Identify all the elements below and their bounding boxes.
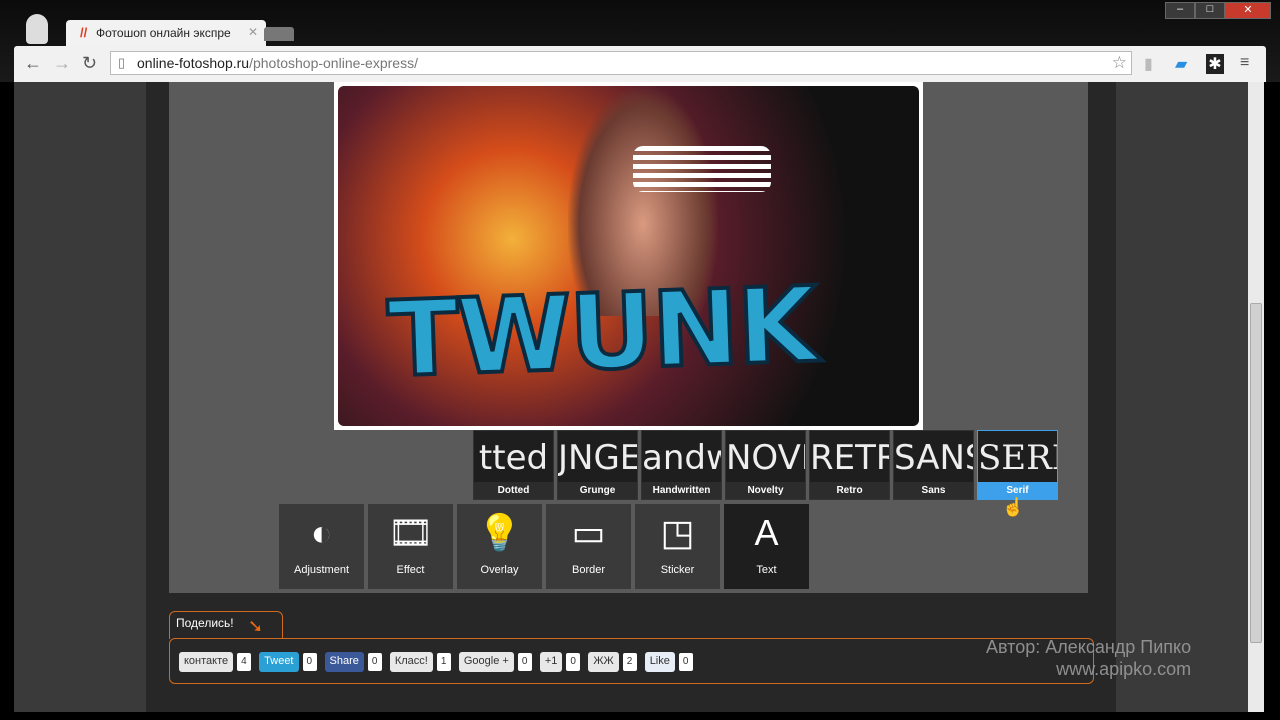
menu-icon[interactable]: ≡ <box>1240 54 1249 72</box>
font-preview: SERIF <box>978 438 1057 478</box>
tool-label: Sticker <box>660 564 695 576</box>
share-title: Поделись! <box>176 616 234 630</box>
close-tab-icon[interactable]: ✕ <box>248 25 258 39</box>
share-button[interactable]: Класс! 1 <box>389 652 451 672</box>
share-count: 1 <box>436 653 451 671</box>
tool-overlay[interactable]: 💡 Overlay <box>457 504 542 589</box>
share-label[interactable]: контакте <box>179 652 234 672</box>
share-buttons: контакте 4 Tweet 0 Share 0 Класс! 1 Google +0 +1 0… <box>179 652 693 672</box>
share-tab: Поделись! ➘ <box>169 611 283 639</box>
url-path: /photoshop-online-express/ <box>249 55 418 71</box>
tool-label: Adjustment <box>293 564 350 576</box>
share-count: 4 <box>237 653 252 671</box>
back-icon[interactable]: ← <box>24 53 42 74</box>
tool-bar: ◐ Adjustment 🎞 Effect 💡 Overlay ▭ Border ◳ Sticke… <box>279 504 809 589</box>
font-category-list: ttedDottedJNGEGrungeandwritHandwrittenNO… <box>473 430 1058 500</box>
tool-adjustment[interactable]: ◐ Adjustment <box>279 504 364 589</box>
author-name: Автор: Александр Пипко <box>986 637 1192 657</box>
browser-tab[interactable]: // Фотошоп онлайн экспре ✕ <box>66 20 266 46</box>
font-option-novelty[interactable]: NOVEL Novelty <box>725 430 806 500</box>
hand-cursor-icon: ☝ <box>1002 497 1025 517</box>
url-host: online-fotoshop.ru <box>137 55 250 71</box>
author-watermark: Автор: Александр Пипко www.apipko.com <box>986 636 1191 680</box>
font-label: Grunge <box>558 482 637 499</box>
font-preview: andwrit <box>642 438 721 478</box>
share-button[interactable]: +1 0 <box>539 652 581 672</box>
share-button[interactable]: ЖЖ 2 <box>588 652 637 672</box>
tool-sticker[interactable]: ◳ Sticker <box>635 504 720 589</box>
share-label[interactable]: Класс! <box>389 652 433 672</box>
share-label[interactable]: Share <box>324 652 364 672</box>
font-label: Dotted <box>474 482 553 499</box>
scrollbar-thumb[interactable] <box>1250 303 1262 643</box>
font-option-retro[interactable]: RETRO Retro <box>809 430 890 500</box>
font-option-sans[interactable]: SANS Sans <box>893 430 974 500</box>
share-button[interactable]: контакте 4 <box>179 652 252 672</box>
share-label[interactable]: +1 <box>539 652 563 672</box>
tab-title: Фотошоп онлайн экспре <box>96 26 231 40</box>
font-option-handwritten[interactable]: andwrit Handwritten <box>641 430 722 500</box>
tool-label: Border <box>571 564 606 576</box>
new-tab-button[interactable] <box>264 27 294 41</box>
extension-icon[interactable]: ▰ <box>1175 54 1187 74</box>
page-icon: ▯ <box>118 55 126 70</box>
address-bar[interactable]: ▯ online-fotoshop.ru/photoshop-online-exp… <box>110 51 1132 75</box>
tool-label: Text <box>756 564 777 576</box>
font-label: Retro <box>810 482 889 499</box>
font-label: Novelty <box>726 482 805 499</box>
share-button[interactable]: Like 0 <box>644 652 693 672</box>
minimize-button[interactable]: – <box>1165 2 1195 19</box>
tool-label: Overlay <box>480 564 519 576</box>
adjustment-icon: ◐ <box>310 512 333 553</box>
font-label: Handwritten <box>642 482 721 499</box>
text-overlay[interactable]: TWUNK <box>384 262 820 403</box>
font-preview: SANS <box>894 438 973 478</box>
font-option-dotted[interactable]: tted Dotted <box>473 430 554 500</box>
share-label[interactable]: Tweet <box>259 652 299 672</box>
reload-icon[interactable]: ↻ <box>82 53 97 74</box>
site-favicon-icon: // <box>80 25 88 40</box>
tool-effect[interactable]: 🎞 Effect <box>368 504 453 589</box>
share-count: 0 <box>302 653 317 671</box>
film-icon: 🎞 <box>387 512 434 553</box>
share-label[interactable]: ЖЖ <box>588 652 619 672</box>
bookmark-star-icon[interactable]: ☆ <box>1112 53 1127 73</box>
close-window-button[interactable]: ✕ <box>1225 2 1271 19</box>
font-preview: JNGE <box>558 438 637 478</box>
author-site: www.apipko.com <box>1056 659 1192 679</box>
extension-asterisk-icon[interactable]: ✱ <box>1206 54 1224 74</box>
forward-icon[interactable]: → <box>53 53 71 74</box>
share-count: 2 <box>622 653 637 671</box>
tool-text[interactable]: A Text <box>724 504 809 589</box>
font-preview: tted <box>478 438 549 478</box>
lightbulb-icon: 💡 <box>477 512 522 553</box>
signal-icon[interactable]: ▮ <box>1144 54 1153 74</box>
text-icon: A <box>754 512 779 553</box>
arrow-icon: ➘ <box>248 616 264 636</box>
photo-canvas[interactable]: TWUNK <box>334 82 923 430</box>
font-label: Sans <box>894 482 973 499</box>
border-icon: ▭ <box>571 512 606 553</box>
share-count: 0 <box>566 653 581 671</box>
profile-icon[interactable] <box>26 14 48 44</box>
share-count: 0 <box>678 653 693 671</box>
sticker-icon: ◳ <box>660 512 695 553</box>
font-preview: NOVEL <box>726 438 805 478</box>
share-button[interactable]: Tweet 0 <box>259 652 317 672</box>
share-button[interactable]: Share 0 <box>324 652 382 672</box>
share-count: 0 <box>517 653 532 671</box>
font-option-serif[interactable]: SERIFSerif <box>977 430 1058 500</box>
share-label[interactable]: Like <box>644 652 675 672</box>
share-label[interactable]: Google + <box>458 652 514 672</box>
maximize-button[interactable]: □ <box>1195 2 1225 19</box>
glasses-sticker[interactable] <box>633 146 771 192</box>
tool-border[interactable]: ▭ Border <box>546 504 631 589</box>
share-count: 0 <box>367 653 382 671</box>
share-button[interactable]: Google +0 <box>458 652 532 672</box>
font-preview: RETRO <box>810 438 889 478</box>
tool-label: Effect <box>396 564 425 576</box>
font-option-grunge[interactable]: JNGE Grunge <box>557 430 638 500</box>
